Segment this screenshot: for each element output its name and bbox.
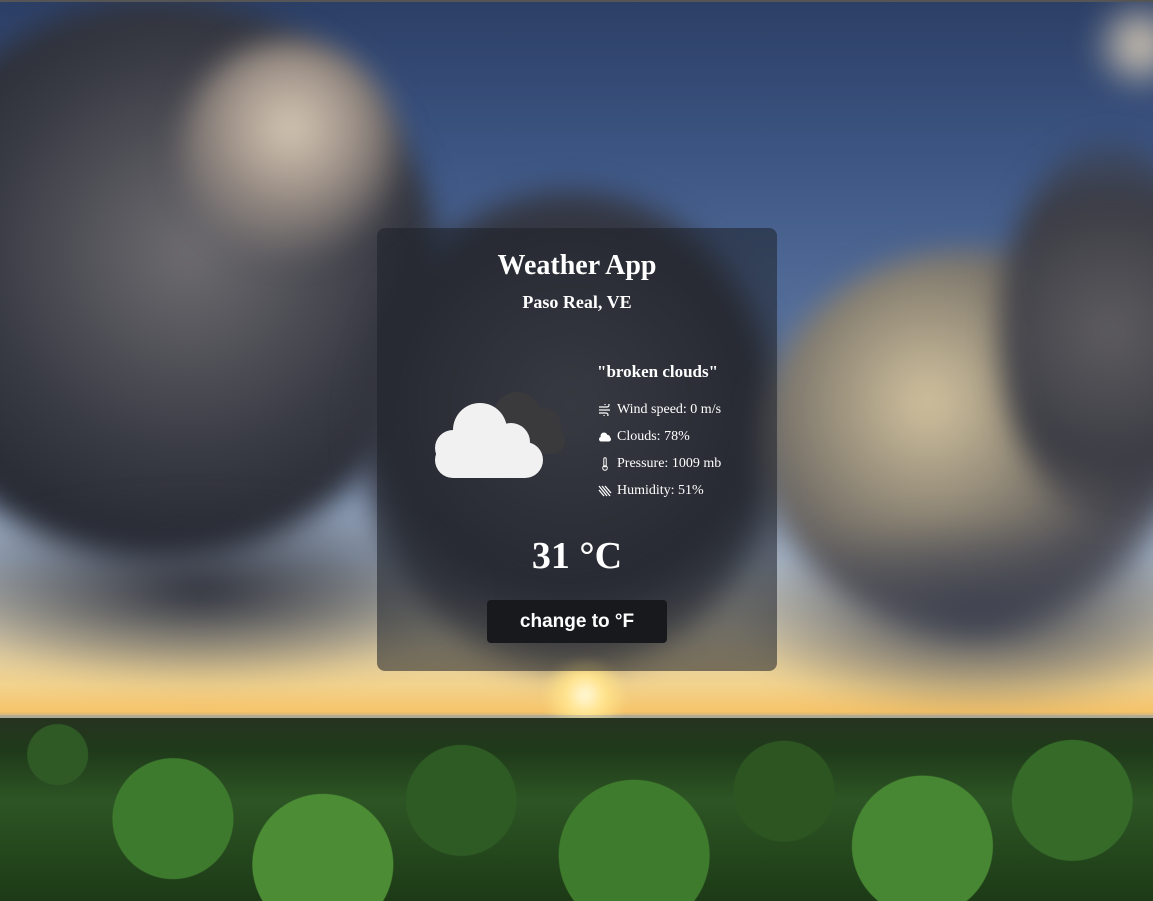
humidity-icon — [597, 484, 613, 498]
detail-humidity: Humidity: 51% — [597, 477, 777, 504]
forest — [0, 718, 1153, 901]
weather-card: Weather App Paso Real, VE "broken clouds… — [377, 228, 777, 671]
pressure-label: Pressure: 1009 mb — [617, 455, 722, 471]
weather-details: "broken clouds" Wind speed: 0 m/s Clouds… — [597, 360, 777, 504]
temperature-display: 31 °C — [531, 535, 623, 577]
app-title: Weather App — [497, 250, 657, 281]
detail-clouds: Clouds: 78% — [597, 423, 777, 450]
location-label: Paso Real, VE — [522, 292, 632, 312]
detail-wind: Wind speed: 0 m/s — [597, 396, 777, 423]
thermometer-icon — [597, 456, 613, 471]
detail-pressure: Pressure: 1009 mb — [597, 450, 777, 477]
wind-icon — [597, 403, 613, 417]
window-top-border — [0, 0, 1153, 2]
cloud-left-highlight — [180, 40, 400, 260]
change-unit-button[interactable]: change to °F — [487, 600, 667, 643]
humidity-label: Humidity: 51% — [617, 482, 704, 498]
broken-clouds-icon — [435, 392, 565, 478]
cloud-small-icon — [597, 430, 613, 444]
wind-speed-label: Wind speed: 0 m/s — [617, 401, 722, 417]
clouds-label: Clouds: 78% — [617, 428, 690, 444]
weather-description: "broken clouds" — [597, 362, 719, 381]
